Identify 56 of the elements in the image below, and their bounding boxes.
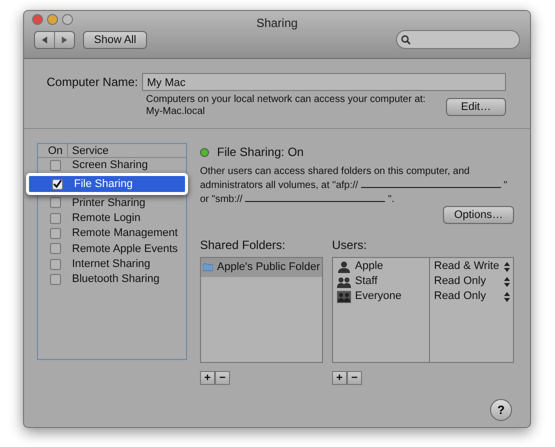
- close-button[interactable]: [32, 14, 43, 25]
- column-header: On: [38, 144, 68, 157]
- minimize-button[interactable]: [47, 14, 58, 25]
- remove-button[interactable]: −: [347, 371, 362, 385]
- service-row[interactable]: File Sharing: [26, 173, 188, 196]
- checkbox[interactable]: [50, 258, 61, 270]
- computer-name-label: Computer Name:: [46, 74, 139, 91]
- edit-button[interactable]: Edit…: [446, 98, 506, 116]
- add-button[interactable]: +: [332, 371, 347, 385]
- checkbox[interactable]: [50, 212, 61, 224]
- users-heading: Users:: [332, 237, 368, 254]
- zoom-button[interactable]: [62, 14, 73, 25]
- local-address: My-Mac.local: [146, 106, 206, 118]
- show-all-button[interactable]: Show All: [83, 30, 148, 48]
- help-button[interactable]: ?: [490, 399, 512, 421]
- up-down-arrows-icon: [504, 292, 510, 302]
- window-title: Sharing: [255, 15, 299, 32]
- checkbox[interactable]: [50, 160, 61, 172]
- checkbox[interactable]: [52, 178, 63, 190]
- service-row[interactable]: Remote Login: [38, 210, 186, 226]
- add-button[interactable]: +: [200, 371, 215, 385]
- user-name: Staff: [355, 274, 378, 290]
- checkbox[interactable]: [50, 274, 61, 285]
- description: Other users can access shared folders on this computer, and administrators all volumes, at "afp:// " or "smb:// ".: [200, 166, 508, 206]
- left-triangle-icon: [41, 36, 48, 44]
- checkbox[interactable]: [50, 243, 61, 254]
- up-down-arrows-icon: [504, 262, 510, 272]
- service-row[interactable]: Printer Sharing: [38, 195, 186, 211]
- two-people-icon: [337, 276, 351, 288]
- options-button[interactable]: Options…: [443, 206, 514, 224]
- user-name: Everyone: [355, 289, 402, 304]
- user-name: Apple: [355, 259, 384, 274]
- up-down-arrows-icon: [504, 276, 510, 286]
- service-row[interactable]: Remote Management: [38, 226, 186, 242]
- status-label: File Sharing: On: [217, 144, 304, 161]
- column-header: Service: [71, 144, 109, 157]
- permission-popup[interactable]: Read Only: [430, 274, 513, 289]
- remove-button[interactable]: −: [215, 371, 230, 385]
- permission-popup[interactable]: Read & Write: [430, 259, 513, 274]
- network-note: Computers on your local network can access your computer at:: [146, 94, 427, 106]
- checkbox[interactable]: [50, 228, 61, 240]
- service-row[interactable]: Remote Apple Events: [38, 241, 186, 256]
- search-icon: [401, 34, 411, 44]
- service-row[interactable]: Bluetooth Sharing: [38, 272, 186, 288]
- computer-name-field[interactable]: My Mac: [142, 73, 506, 91]
- folder-row[interactable]: Apple's Public Folder: [201, 258, 322, 276]
- right-triangle-icon: [61, 36, 68, 44]
- checkbox[interactable]: [50, 197, 61, 208]
- people-group-icon: [337, 290, 351, 302]
- permission-popup[interactable]: Read Only: [430, 289, 513, 304]
- person-icon: [337, 260, 351, 272]
- folder-icon: [203, 261, 213, 274]
- service-row[interactable]: Screen Sharing: [38, 158, 186, 174]
- service-row[interactable]: Internet Sharing: [38, 256, 186, 272]
- search-field[interactable]: [396, 30, 520, 49]
- shared-folders-heading: Shared Folders:: [200, 237, 286, 254]
